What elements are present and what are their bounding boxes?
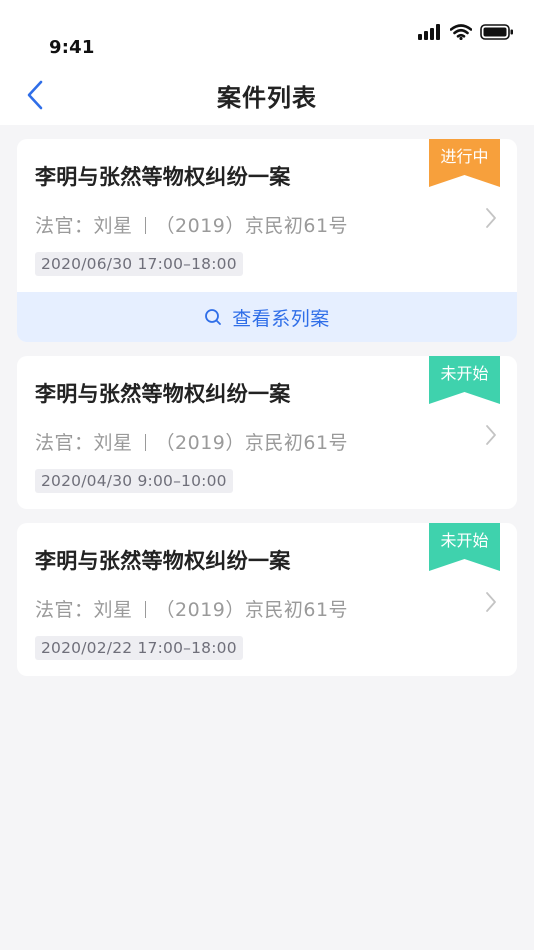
case-card-body[interactable]: 李明与张然等物权纠纷一案 法官：刘星 （2019）京民初61号 2020/04/3… bbox=[17, 356, 517, 509]
battery-icon bbox=[480, 24, 513, 40]
case-time: 2020/06/30 17:00–18:00 bbox=[35, 252, 243, 276]
case-card-body[interactable]: 李明与张然等物权纠纷一案 法官：刘星 （2019）京民初61号 2020/06/3… bbox=[17, 139, 517, 292]
view-series-button[interactable]: 查看系列案 bbox=[17, 292, 517, 342]
chevron-right-icon bbox=[486, 592, 496, 612]
judge-name: 刘星 bbox=[93, 432, 133, 454]
case-title: 李明与张然等物权纠纷一案 bbox=[35, 165, 291, 189]
case-meta: 法官：刘星 （2019）京民初61号 bbox=[35, 211, 499, 238]
status-icons bbox=[418, 24, 514, 40]
case-title: 李明与张然等物权纠纷一案 bbox=[35, 549, 291, 573]
view-series-label: 查看系列案 bbox=[232, 307, 330, 330]
case-card-body[interactable]: 李明与张然等物权纠纷一案 法官：刘星 （2019）京民初61号 2020/02/2… bbox=[17, 523, 517, 676]
header: 9:41 案件列表 bbox=[0, 0, 534, 125]
status-time: 9:41 bbox=[49, 37, 95, 58]
meta-divider bbox=[144, 434, 146, 451]
case-meta: 法官：刘星 （2019）京民初61号 bbox=[35, 595, 499, 622]
judge-name: 刘星 bbox=[93, 215, 133, 237]
case-number: （2019）京民初61号 bbox=[155, 432, 349, 454]
case-list: 进行中 李明与张然等物权纠纷一案 法官：刘星 （2019）京民初61号 2020/… bbox=[17, 139, 517, 690]
chevron-right-icon bbox=[486, 425, 496, 445]
case-number: （2019）京民初61号 bbox=[155, 599, 349, 621]
page-title: 案件列表 bbox=[217, 84, 317, 112]
judge-label: 法官： bbox=[35, 432, 94, 454]
nav-bar: 案件列表 bbox=[0, 70, 534, 125]
case-card: 进行中 李明与张然等物权纠纷一案 法官：刘星 （2019）京民初61号 2020/… bbox=[17, 139, 517, 342]
meta-divider bbox=[144, 217, 146, 234]
judge-name: 刘星 bbox=[93, 599, 133, 621]
judge-label: 法官： bbox=[35, 599, 94, 621]
case-meta: 法官：刘星 （2019）京民初61号 bbox=[35, 428, 499, 455]
search-icon bbox=[205, 309, 222, 325]
chevron-right-icon bbox=[486, 208, 496, 228]
case-time: 2020/04/30 9:00–10:00 bbox=[35, 469, 233, 493]
case-card: 未开始 李明与张然等物权纠纷一案 法官：刘星 （2019）京民初61号 2020/… bbox=[17, 523, 517, 676]
signal-icon bbox=[418, 24, 440, 40]
status-bar: 9:41 bbox=[0, 0, 534, 70]
judge-label: 法官： bbox=[35, 215, 94, 237]
meta-divider bbox=[144, 601, 146, 618]
case-title: 李明与张然等物权纠纷一案 bbox=[35, 382, 291, 406]
case-number: （2019）京民初61号 bbox=[155, 215, 349, 237]
wifi-icon bbox=[450, 24, 472, 40]
case-time: 2020/02/22 17:00–18:00 bbox=[35, 636, 243, 660]
case-card: 未开始 李明与张然等物权纠纷一案 法官：刘星 （2019）京民初61号 2020/… bbox=[17, 356, 517, 509]
